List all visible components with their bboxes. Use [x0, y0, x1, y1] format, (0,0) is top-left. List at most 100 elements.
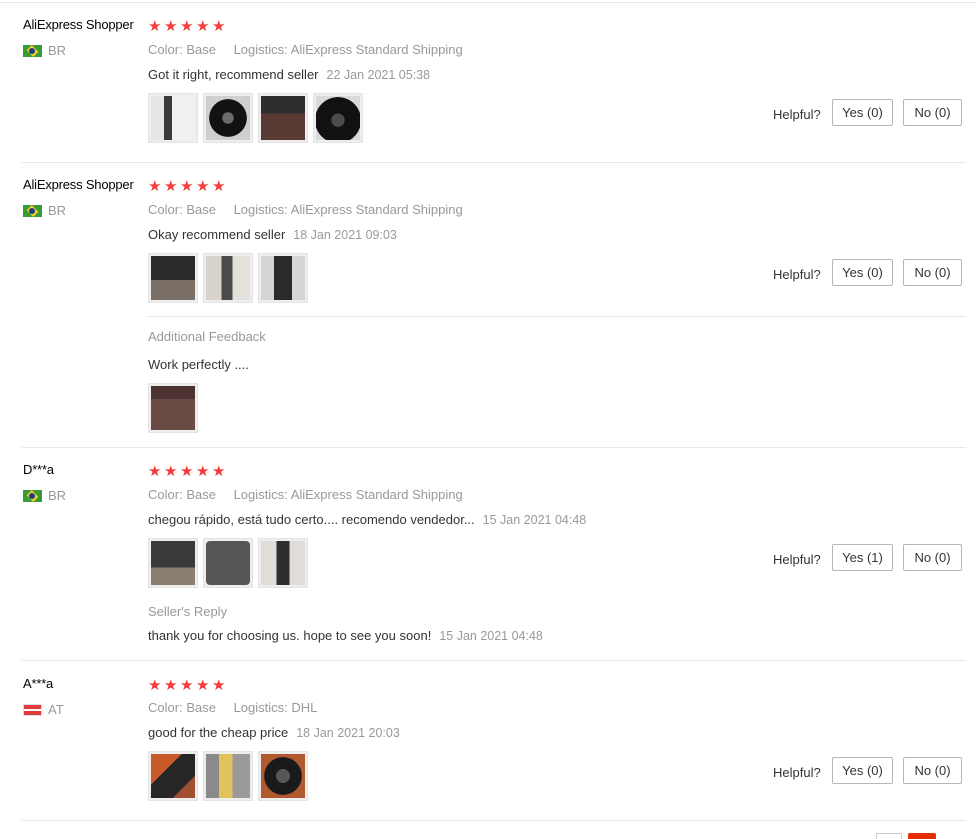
helpful-yes-button[interactable]: Yes (1) — [832, 544, 893, 571]
country-code: AT — [48, 702, 64, 717]
logistics-label: Logistics: — [233, 487, 288, 502]
review-body: Okay recommend seller — [148, 227, 286, 242]
helpful-no-button[interactable]: No (0) — [903, 544, 962, 571]
review-photo-thumbnail[interactable] — [258, 93, 308, 143]
helpful-label: Helpful? — [773, 267, 821, 282]
reviewer-name: A***a — [23, 676, 54, 691]
review-photo-thumbnail[interactable] — [203, 253, 253, 303]
seller-reply: thank you for choosing us. hope to see y… — [148, 628, 543, 643]
reviewer-country: BR — [23, 203, 66, 218]
reviewer-name: AliExpress Shopper — [23, 177, 134, 192]
brazil-flag-icon — [23, 44, 42, 57]
review-attributes: Color: Base Logistics: DHL — [148, 700, 317, 715]
star-icon: ★ — [196, 462, 210, 480]
helpful-no-button[interactable]: No (0) — [903, 99, 962, 126]
helpful-label: Helpful? — [773, 765, 821, 780]
star-icon: ★ — [180, 17, 194, 35]
review-photo-thumbnail[interactable] — [258, 253, 308, 303]
review-item: AliExpress Shopper BR ★ ★ ★ ★ ★ Color: B… — [0, 163, 976, 448]
review-divider — [22, 820, 966, 821]
review-text: Got it right, recommend seller 22 Jan 202… — [148, 67, 430, 82]
pagination-current-page[interactable] — [908, 833, 936, 839]
country-code: BR — [48, 488, 67, 503]
review-photo-thumbnail[interactable] — [148, 751, 198, 801]
logistics-value: AliExpress Standard Shipping — [290, 487, 463, 502]
color-label: Color: — [148, 42, 183, 57]
logistics-label: Logistics: — [233, 42, 288, 57]
star-rating: ★ ★ ★ ★ ★ — [148, 17, 226, 35]
logistics-value: DHL — [291, 700, 318, 715]
country-code: BR — [48, 203, 67, 218]
brazil-flag-icon — [23, 204, 42, 217]
helpful-no-button[interactable]: No (0) — [903, 259, 962, 286]
review-photo-thumbnail[interactable] — [203, 538, 253, 588]
review-body: chegou rápido, está tudo certo.... recom… — [148, 512, 475, 527]
logistics-value: AliExpress Standard Shipping — [290, 202, 463, 217]
country-code: BR — [48, 43, 67, 58]
star-icon: ★ — [196, 177, 210, 195]
seller-reply-heading: Seller's Reply — [148, 604, 228, 619]
reviewer-country: BR — [23, 43, 66, 58]
seller-reply-date: 15 Jan 2021 04:48 — [439, 629, 543, 643]
star-icon: ★ — [164, 17, 178, 35]
pagination-prev-button[interactable] — [876, 833, 902, 839]
star-icon: ★ — [164, 177, 178, 195]
review-photo-thumbnail[interactable] — [148, 253, 198, 303]
color-value: Base — [186, 202, 216, 217]
austria-flag-icon — [23, 703, 42, 716]
star-icon: ★ — [148, 17, 162, 35]
star-icon: ★ — [196, 676, 210, 694]
review-photo-thumbnail[interactable] — [203, 751, 253, 801]
review-photo-thumbnail[interactable] — [203, 93, 253, 143]
reviewer-name: D***a — [23, 462, 54, 477]
logistics-value: AliExpress Standard Shipping — [290, 42, 463, 57]
star-icon: ★ — [148, 676, 162, 694]
review-attributes: Color: Base Logistics: AliExpress Standa… — [148, 42, 463, 57]
star-icon: ★ — [212, 462, 226, 480]
star-icon: ★ — [180, 676, 194, 694]
review-attributes: Color: Base Logistics: AliExpress Standa… — [148, 202, 463, 217]
helpful-no-button[interactable]: No (0) — [903, 757, 962, 784]
review-body: good for the cheap price — [148, 725, 289, 740]
helpful-yes-button[interactable]: Yes (0) — [832, 259, 893, 286]
review-item: D***a BR ★ ★ ★ ★ ★ Color: Base Logistics… — [0, 448, 976, 661]
review-text: chegou rápido, está tudo certo.... recom… — [148, 512, 586, 527]
color-value: Base — [186, 42, 216, 57]
additional-feedback-heading: Additional Feedback — [148, 329, 266, 344]
star-icon: ★ — [148, 177, 162, 195]
review-photos — [148, 751, 308, 801]
review-photos — [148, 538, 308, 588]
helpful-label: Helpful? — [773, 552, 821, 567]
helpful-yes-button[interactable]: Yes (0) — [832, 757, 893, 784]
additional-feedback-text: Work perfectly .... — [148, 357, 249, 372]
helpful-yes-button[interactable]: Yes (0) — [832, 99, 893, 126]
additional-feedback-photos — [148, 383, 198, 433]
star-rating: ★ ★ ★ ★ ★ — [148, 462, 226, 480]
review-photo-thumbnail[interactable] — [258, 538, 308, 588]
reviewer-country: AT — [23, 702, 64, 717]
review-photo-thumbnail[interactable] — [148, 383, 198, 433]
logistics-label: Logistics: — [233, 700, 288, 715]
review-date: 22 Jan 2021 05:38 — [326, 68, 431, 82]
review-photo-thumbnail[interactable] — [258, 751, 308, 801]
review-photo-thumbnail[interactable] — [313, 93, 363, 143]
review-body: Got it right, recommend seller — [148, 67, 319, 82]
review-text: Okay recommend seller 18 Jan 2021 09:03 — [148, 227, 397, 242]
pagination-partial — [876, 833, 936, 839]
review-photo-thumbnail[interactable] — [148, 538, 198, 588]
star-icon: ★ — [212, 17, 226, 35]
star-rating: ★ ★ ★ ★ ★ — [148, 177, 226, 195]
review-attributes: Color: Base Logistics: AliExpress Standa… — [148, 487, 463, 502]
review-item: AliExpress Shopper BR ★ ★ ★ ★ ★ Color: B… — [0, 0, 976, 163]
review-item: A***a AT ★ ★ ★ ★ ★ Color: Base Logistics… — [0, 661, 976, 826]
review-date: 18 Jan 2021 20:03 — [296, 726, 400, 740]
color-value: Base — [186, 700, 216, 715]
review-photo-thumbnail[interactable] — [148, 93, 198, 143]
helpful-label: Helpful? — [773, 107, 821, 122]
star-rating: ★ ★ ★ ★ ★ — [148, 676, 226, 694]
color-value: Base — [186, 487, 216, 502]
review-date: 15 Jan 2021 04:48 — [482, 513, 587, 527]
star-icon: ★ — [180, 462, 194, 480]
seller-reply-text: thank you for choosing us. hope to see y… — [148, 628, 432, 643]
reviewer-country: BR — [23, 488, 66, 503]
